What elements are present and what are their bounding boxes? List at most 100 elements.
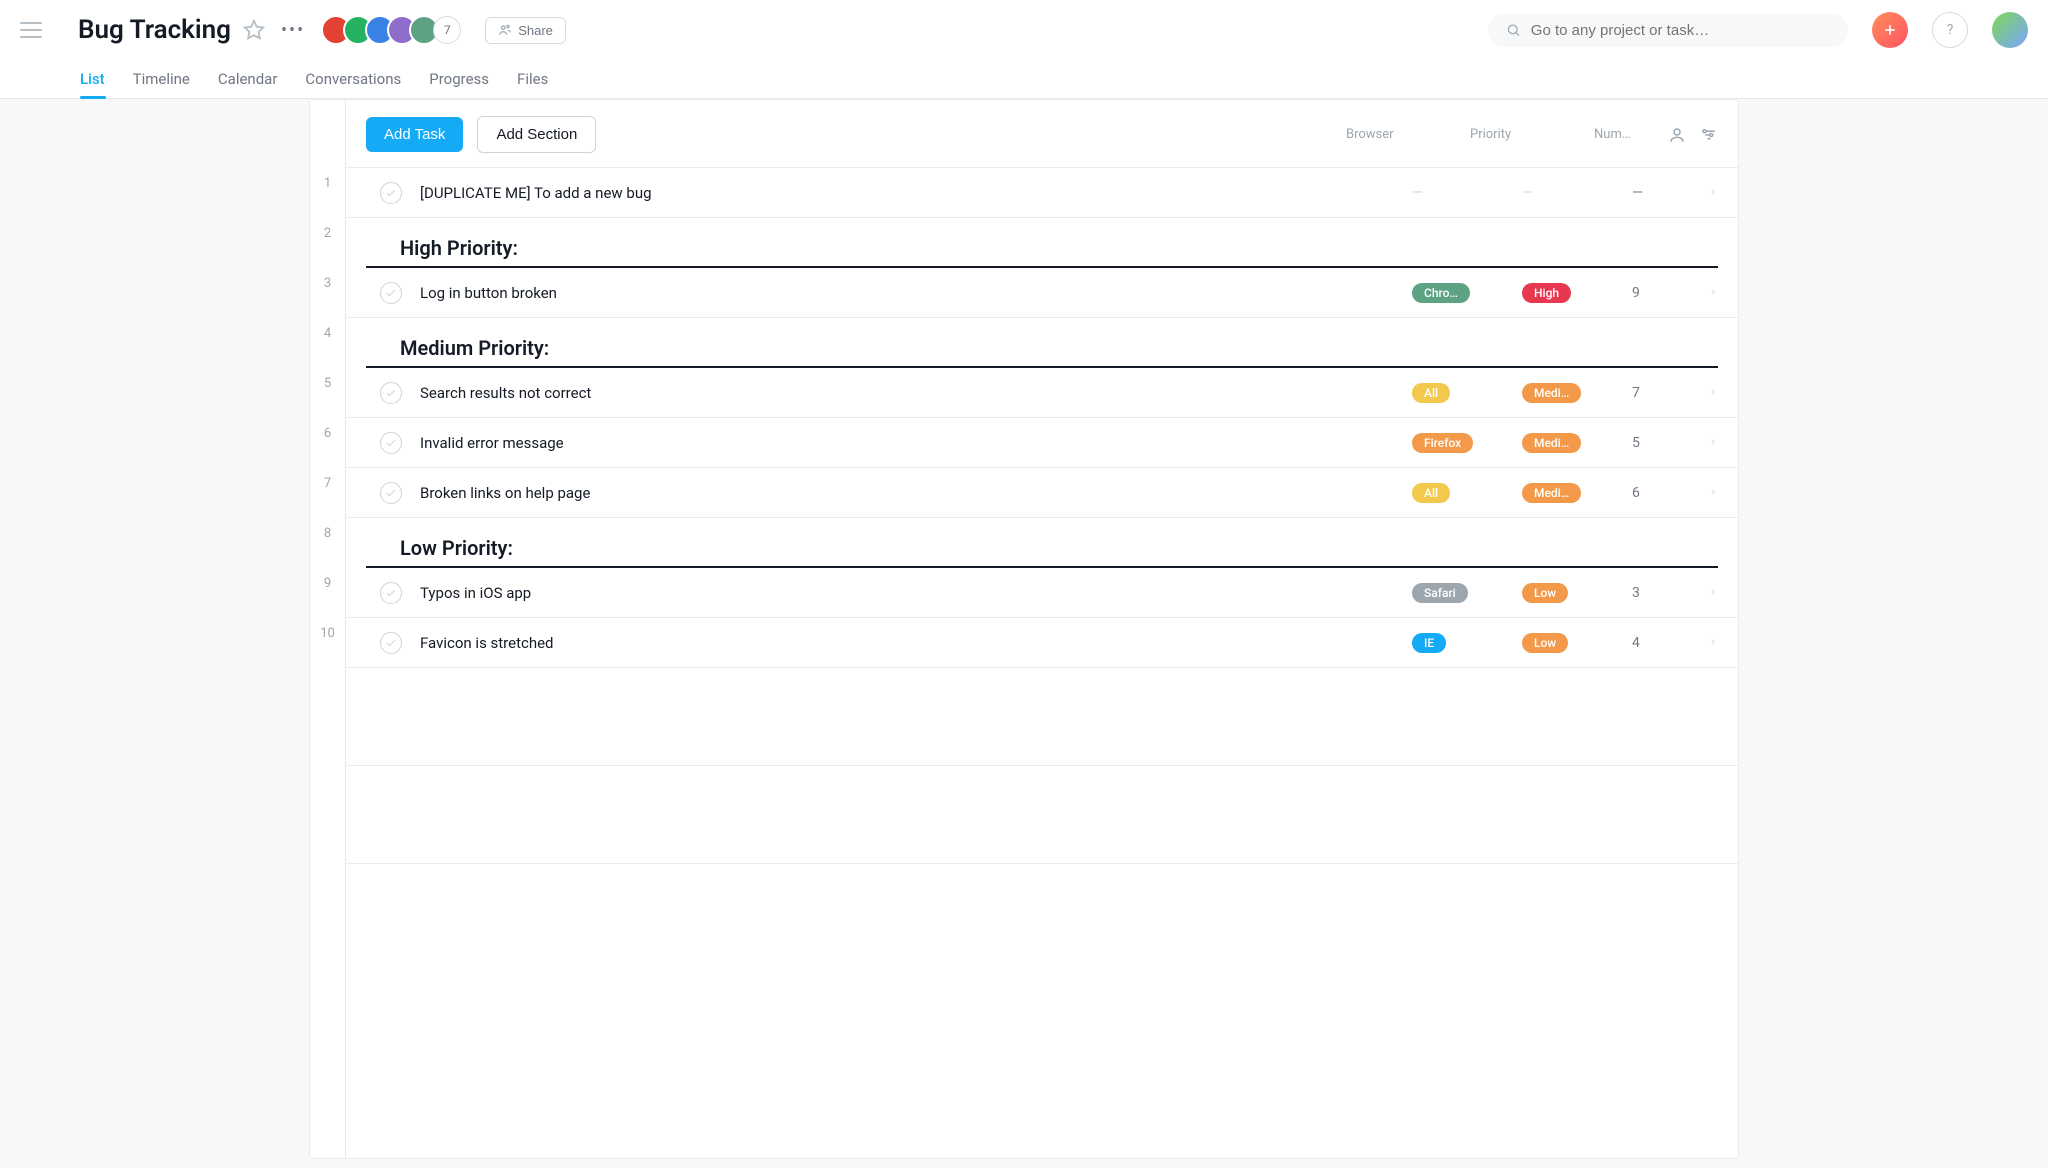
complete-checkbox[interactable]: [380, 582, 402, 604]
tab-files[interactable]: Files: [517, 60, 548, 98]
cell-number[interactable]: —: [1632, 185, 1692, 201]
star-icon[interactable]: [243, 19, 265, 41]
member-avatars[interactable]: 7: [321, 15, 461, 45]
task-row[interactable]: Favicon is stretchedIE Low4: [346, 618, 1738, 668]
empty-row[interactable]: [346, 716, 1738, 766]
browser-pill: All: [1412, 383, 1450, 403]
cell-browser[interactable]: —: [1412, 185, 1522, 201]
chevron-right-icon[interactable]: [1692, 385, 1718, 401]
section-header[interactable]: Low Priority:: [366, 524, 1718, 568]
cell-number[interactable]: 9: [1632, 285, 1692, 301]
browser-pill: IE: [1412, 633, 1446, 653]
row-number: 1: [310, 158, 345, 208]
global-search[interactable]: [1488, 14, 1848, 47]
cell-priority[interactable]: Low: [1522, 583, 1632, 603]
section-header[interactable]: High Priority:: [366, 224, 1718, 268]
global-add-button[interactable]: [1872, 12, 1908, 48]
complete-checkbox[interactable]: [380, 182, 402, 204]
cell-browser[interactable]: IE: [1412, 633, 1522, 653]
share-label: Share: [518, 23, 553, 38]
tab-calendar[interactable]: Calendar: [218, 60, 278, 98]
task-row[interactable]: [DUPLICATE ME] To add a new bug———: [346, 168, 1738, 218]
cell-number[interactable]: 7: [1632, 385, 1692, 401]
complete-checkbox[interactable]: [380, 482, 402, 504]
cell-priority[interactable]: —: [1522, 185, 1632, 201]
row-number: 8: [310, 508, 345, 558]
tab-progress[interactable]: Progress: [429, 60, 489, 98]
empty-dash: —: [1412, 185, 1423, 201]
chevron-right-icon[interactable]: [1692, 285, 1718, 301]
search-icon: [1506, 22, 1521, 38]
task-row[interactable]: Typos in iOS appSafariLow3: [346, 568, 1738, 618]
complete-checkbox[interactable]: [380, 632, 402, 654]
cell-number[interactable]: 6: [1632, 485, 1692, 501]
task-title: Favicon is stretched: [420, 634, 1412, 652]
complete-checkbox[interactable]: [380, 382, 402, 404]
row-number: 3: [310, 258, 345, 308]
cell-browser[interactable]: All: [1412, 483, 1522, 503]
plus-icon: [1882, 22, 1898, 38]
task-board: 12345678910 Add Task Add Section Browser…: [309, 99, 1739, 1159]
tab-timeline[interactable]: Timeline: [133, 60, 190, 98]
sidebar-toggle[interactable]: [20, 16, 48, 44]
chevron-right-icon[interactable]: [1692, 185, 1718, 201]
cell-priority[interactable]: Medi…: [1522, 483, 1632, 503]
view-tabs: List Timeline Calendar Conversations Pro…: [20, 56, 2028, 98]
question-icon: ?: [1947, 22, 1954, 38]
task-title: Invalid error message: [420, 434, 1412, 452]
cell-number[interactable]: 3: [1632, 585, 1692, 601]
priority-pill: Medi…: [1522, 433, 1581, 453]
chevron-right-icon[interactable]: [1692, 435, 1718, 451]
row-number: 2: [310, 208, 345, 258]
row-number: 4: [310, 308, 345, 358]
cell-priority[interactable]: Low: [1522, 633, 1632, 653]
cell-browser[interactable]: Firefox: [1412, 433, 1522, 453]
help-button[interactable]: ?: [1932, 12, 1968, 48]
user-menu-avatar[interactable]: [1992, 12, 2028, 48]
cell-number[interactable]: 4: [1632, 635, 1692, 651]
section-header[interactable]: Medium Priority:: [366, 324, 1718, 368]
add-section-button[interactable]: Add Section: [477, 116, 596, 153]
people-icon: [498, 23, 512, 37]
add-task-button[interactable]: Add Task: [366, 117, 463, 152]
row-number: 7: [310, 458, 345, 508]
share-button[interactable]: Share: [485, 17, 566, 44]
chevron-right-icon[interactable]: [1692, 635, 1718, 651]
cell-priority[interactable]: Medi…: [1522, 433, 1632, 453]
column-header-number[interactable]: Num…: [1594, 127, 1654, 142]
task-row[interactable]: Broken links on help pageAll Medi…6: [346, 468, 1738, 518]
task-row[interactable]: Invalid error messageFirefoxMedi… 5: [346, 418, 1738, 468]
filter-icon[interactable]: [1700, 126, 1718, 144]
cell-browser[interactable]: Safari: [1412, 583, 1522, 603]
cell-browser[interactable]: Chro…: [1412, 283, 1522, 303]
cell-priority[interactable]: Medi…: [1522, 383, 1632, 403]
tab-list[interactable]: List: [80, 60, 105, 98]
priority-pill: High: [1522, 283, 1571, 303]
cell-browser[interactable]: All: [1412, 383, 1522, 403]
empty-row[interactable]: [346, 814, 1738, 864]
chevron-right-icon[interactable]: [1692, 485, 1718, 501]
cell-number[interactable]: 5: [1632, 435, 1692, 451]
task-title: [DUPLICATE ME] To add a new bug: [420, 184, 1412, 202]
row-number: 10: [310, 608, 345, 658]
tab-conversations[interactable]: Conversations: [305, 60, 401, 98]
column-header-priority[interactable]: Priority: [1470, 127, 1580, 142]
row-number: 5: [310, 358, 345, 408]
task-row[interactable]: Search results not correctAllMedi…7: [346, 368, 1738, 418]
project-title: Bug Tracking: [78, 15, 231, 45]
browser-pill: Chro…: [1412, 283, 1470, 303]
complete-checkbox[interactable]: [380, 432, 402, 454]
task-title: Broken links on help page: [420, 484, 1412, 502]
more-menu-icon[interactable]: •••: [277, 20, 309, 41]
browser-pill: All: [1412, 483, 1450, 503]
complete-checkbox[interactable]: [380, 282, 402, 304]
avatar-overflow-count[interactable]: 7: [433, 16, 461, 44]
assignee-icon[interactable]: [1668, 126, 1686, 144]
chevron-right-icon[interactable]: [1692, 585, 1718, 601]
priority-pill: Low: [1522, 583, 1568, 603]
column-header-browser[interactable]: Browser: [1346, 127, 1456, 142]
task-row[interactable]: Log in button brokenChro…High9: [346, 268, 1738, 318]
search-input[interactable]: [1531, 22, 1830, 39]
cell-priority[interactable]: High: [1522, 283, 1632, 303]
empty-dash: —: [1522, 185, 1533, 201]
